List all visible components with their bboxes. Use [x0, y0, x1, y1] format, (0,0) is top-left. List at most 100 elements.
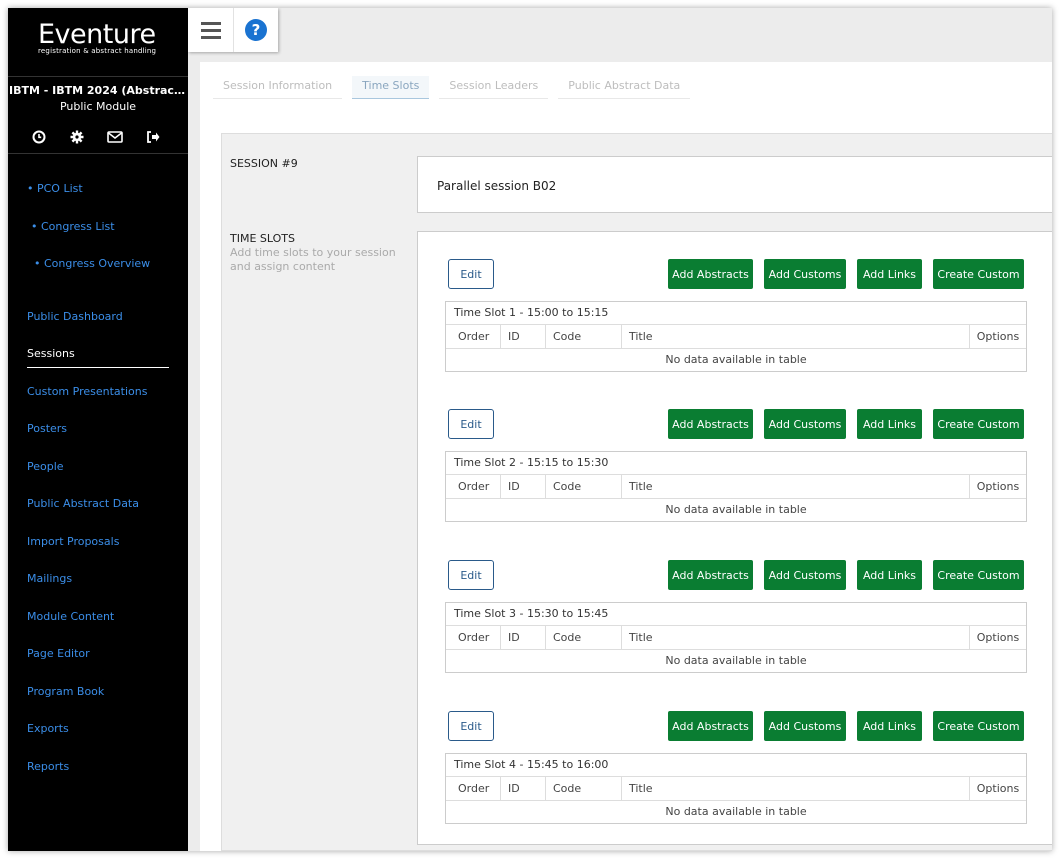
menu-toggle-button[interactable] — [188, 8, 233, 52]
column-header-order[interactable]: Order — [446, 626, 501, 649]
nav-exports[interactable]: Exports — [27, 722, 69, 735]
column-header-title[interactable]: Title — [622, 325, 970, 348]
tab-public-abstract-data[interactable]: Public Abstract Data — [558, 76, 691, 99]
column-header-order[interactable]: Order — [446, 777, 501, 800]
table-header-row: Order ID Code Title Options — [446, 325, 1026, 349]
add-links-button[interactable]: Add Links — [857, 259, 922, 289]
nav-public-dashboard[interactable]: Public Dashboard — [27, 310, 123, 323]
help-button[interactable]: ? — [233, 8, 278, 52]
time-slots-hint: Add time slots to your session and assig… — [230, 246, 396, 273]
column-header-title[interactable]: Title — [622, 626, 970, 649]
add-customs-button[interactable]: Add Customs — [764, 259, 846, 289]
nav-posters[interactable]: Posters — [27, 422, 67, 435]
create-custom-button[interactable]: Create Custom — [933, 409, 1024, 439]
empty-table-message: No data available in table — [665, 503, 807, 516]
empty-table-message: No data available in table — [665, 654, 807, 667]
time-slot-table: Time Slot 1 - 15:00 to 15:15 Order ID Co… — [445, 301, 1027, 372]
add-abstracts-label: Add Abstracts — [672, 719, 749, 733]
add-customs-label: Add Customs — [768, 719, 842, 733]
app-window: Eventure registration & abstract handlin… — [8, 8, 1052, 851]
add-customs-button[interactable]: Add Customs — [764, 711, 846, 741]
add-abstracts-button[interactable]: Add Abstracts — [668, 409, 753, 439]
edit-button[interactable]: Edit — [448, 711, 494, 741]
column-header-code[interactable]: Code — [546, 325, 622, 348]
hamburger-icon — [200, 21, 221, 39]
add-links-label: Add Links — [862, 568, 917, 582]
logout-icon[interactable] — [144, 128, 162, 146]
session-label: SESSION #9 — [230, 157, 298, 170]
gear-icon[interactable] — [68, 128, 86, 146]
tab-time-slots[interactable]: Time Slots — [352, 76, 430, 99]
nav-module-content[interactable]: Module Content — [27, 610, 114, 623]
nav-custom-presentations[interactable]: Custom Presentations — [27, 385, 147, 398]
session-name-box: Parallel session B02 — [417, 156, 1052, 213]
edit-button[interactable]: Edit — [448, 259, 494, 289]
nav-reports[interactable]: Reports — [27, 760, 69, 773]
nav-public-abstract-data[interactable]: Public Abstract Data — [27, 497, 139, 510]
create-custom-label: Create Custom — [937, 568, 1020, 582]
edit-button-label: Edit — [460, 417, 482, 431]
column-header-id[interactable]: ID — [501, 626, 546, 649]
column-header-title[interactable]: Title — [622, 475, 970, 498]
add-links-button[interactable]: Add Links — [857, 711, 922, 741]
add-customs-button[interactable]: Add Customs — [764, 409, 846, 439]
logo[interactable]: Eventure registration & abstract handlin… — [38, 20, 168, 56]
create-custom-button[interactable]: Create Custom — [933, 259, 1024, 289]
add-customs-button[interactable]: Add Customs — [764, 560, 846, 590]
add-abstracts-button[interactable]: Add Abstracts — [668, 560, 753, 590]
create-custom-button[interactable]: Create Custom — [933, 711, 1024, 741]
add-links-button[interactable]: Add Links — [857, 409, 922, 439]
time-slot-block: Edit Add Abstracts Add Customs Add Links… — [418, 232, 1052, 372]
help-icon: ? — [245, 19, 267, 41]
column-header-id[interactable]: ID — [501, 777, 546, 800]
time-slot-block: Edit Add Abstracts Add Customs Add Links… — [418, 533, 1052, 673]
nav-mailings[interactable]: Mailings — [27, 572, 72, 585]
column-header-code[interactable]: Code — [546, 626, 622, 649]
add-customs-label: Add Customs — [768, 267, 842, 281]
tab-session-information[interactable]: Session Information — [213, 76, 343, 99]
session-form: SESSION #9 Parallel session B02 TIME SLO… — [221, 133, 1052, 851]
column-header-order[interactable]: Order — [446, 475, 501, 498]
time-slot-caption: Time Slot 1 - 15:00 to 15:15 — [446, 302, 1026, 325]
nav-pco-list[interactable]: • PCO List — [27, 182, 83, 195]
active-nav-underline — [27, 367, 169, 368]
edit-button[interactable]: Edit — [448, 409, 494, 439]
time-slots-label: TIME SLOTS — [230, 232, 295, 245]
column-header-order[interactable]: Order — [446, 325, 501, 348]
add-abstracts-button[interactable]: Add Abstracts — [668, 711, 753, 741]
time-slot-table: Time Slot 2 - 15:15 to 15:30 Order ID Co… — [445, 451, 1027, 522]
add-links-button[interactable]: Add Links — [857, 560, 922, 590]
sidebar: Eventure registration & abstract handlin… — [8, 8, 188, 851]
time-slot-block: Edit Add Abstracts Add Customs Add Links… — [418, 382, 1052, 522]
sidebar-divider — [8, 153, 188, 154]
nav-import-proposals[interactable]: Import Proposals — [27, 535, 119, 548]
tab-session-leaders[interactable]: Session Leaders — [439, 76, 549, 99]
session-name: Parallel session B02 — [437, 179, 557, 193]
nav-program-book[interactable]: Program Book — [27, 685, 104, 698]
main-content: Session Information Time Slots Session L… — [200, 62, 1052, 851]
sidebar-icon-bar — [30, 128, 162, 146]
column-header-code[interactable]: Code — [546, 777, 622, 800]
create-custom-button[interactable]: Create Custom — [933, 560, 1024, 590]
tab-bar: Session Information Time Slots Session L… — [213, 76, 700, 99]
table-header-row: Order ID Code Title Options — [446, 475, 1026, 499]
create-custom-label: Create Custom — [937, 267, 1020, 281]
clock-icon[interactable] — [30, 128, 48, 146]
empty-table-message: No data available in table — [665, 353, 807, 366]
time-slots-panel: Edit Add Abstracts Add Customs Add Links… — [417, 231, 1052, 845]
nav-congress-list[interactable]: • Congress List — [31, 220, 115, 233]
column-header-code[interactable]: Code — [546, 475, 622, 498]
column-header-id[interactable]: ID — [501, 475, 546, 498]
nav-page-editor[interactable]: Page Editor — [27, 647, 90, 660]
mail-icon[interactable] — [106, 128, 124, 146]
nav-people[interactable]: People — [27, 460, 64, 473]
empty-table-message: No data available in table — [665, 805, 807, 818]
edit-button[interactable]: Edit — [448, 560, 494, 590]
create-custom-label: Create Custom — [937, 417, 1020, 431]
column-header-title[interactable]: Title — [622, 777, 970, 800]
add-abstracts-button[interactable]: Add Abstracts — [668, 259, 753, 289]
nav-congress-overview[interactable]: • Congress Overview — [34, 257, 150, 270]
add-abstracts-label: Add Abstracts — [672, 267, 749, 281]
nav-sessions[interactable]: Sessions — [27, 347, 75, 360]
column-header-id[interactable]: ID — [501, 325, 546, 348]
